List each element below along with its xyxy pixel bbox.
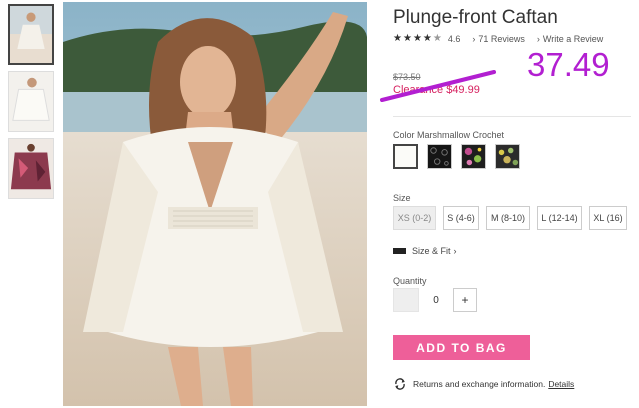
star-rating: ★ ★ ★ ★ ★ bbox=[393, 34, 442, 44]
star-icon: ★ bbox=[422, 33, 432, 44]
returns-text: Returns and exchange information. bbox=[413, 379, 546, 389]
annotated-price: 37.49 bbox=[527, 46, 610, 83]
product-image bbox=[63, 2, 367, 406]
plus-icon: + bbox=[461, 293, 469, 307]
decrease-quantity-button[interactable] bbox=[393, 288, 419, 312]
returns-info: Returns and exchange information. Detail… bbox=[393, 378, 574, 390]
black-lace-swatch-image bbox=[428, 145, 451, 168]
details-link[interactable]: Details bbox=[548, 379, 574, 389]
strike-annotation bbox=[380, 70, 496, 102]
thumbnail-front-image bbox=[10, 6, 52, 63]
half-star-icon: ★ bbox=[432, 33, 442, 44]
star-icon: ★ bbox=[412, 33, 422, 44]
floral-black-swatch-image bbox=[462, 145, 485, 168]
white-swatch-image bbox=[395, 146, 416, 167]
size-option-l[interactable]: L (12-14) bbox=[537, 206, 582, 230]
size-option-s[interactable]: S (4-6) bbox=[443, 206, 479, 230]
add-to-bag-button[interactable]: ADD TO BAG bbox=[393, 335, 530, 360]
swatch-black-lace[interactable] bbox=[427, 144, 452, 169]
size-option-xs[interactable]: XS (0-2) bbox=[393, 206, 436, 230]
divider bbox=[393, 116, 631, 117]
swatch-floral-dark[interactable] bbox=[495, 144, 520, 169]
chevron-right-icon: › bbox=[472, 34, 476, 44]
size-option-m[interactable]: M (8-10) bbox=[486, 206, 530, 230]
chevron-right-icon: › bbox=[536, 34, 540, 44]
size-options: XS (0-2) S (4-6) M (8-10) L (12-14) XL (… bbox=[393, 206, 627, 230]
color-label: Color Marshmallow Crochet bbox=[393, 130, 505, 140]
product-title: Plunge-front Caftan bbox=[393, 7, 558, 28]
thumbnail-front[interactable] bbox=[8, 4, 54, 65]
thumbnail-print-image bbox=[9, 139, 53, 198]
quantity-value[interactable]: 0 bbox=[419, 295, 453, 306]
thumbnail-print[interactable] bbox=[8, 138, 54, 199]
size-fit-link[interactable]: Size & Fit › bbox=[393, 246, 457, 256]
exchange-icon bbox=[395, 378, 405, 390]
swatch-marshmallow-crochet[interactable] bbox=[393, 144, 418, 169]
thumbnail-side[interactable] bbox=[8, 71, 54, 132]
increase-quantity-button[interactable]: + bbox=[453, 288, 477, 312]
size-fit-label: Size & Fit bbox=[412, 246, 451, 256]
ruler-icon bbox=[393, 248, 406, 254]
thumbnail-side-image bbox=[9, 72, 53, 131]
rating-value: 4.6 bbox=[447, 34, 461, 44]
model-photo bbox=[63, 2, 367, 406]
write-review-link[interactable]: Write a Review bbox=[543, 34, 603, 44]
floral-dark-swatch-image bbox=[496, 145, 519, 168]
quantity-stepper: 0 + bbox=[393, 288, 477, 312]
color-swatches bbox=[393, 144, 520, 169]
chevron-right-icon: › bbox=[453, 246, 457, 256]
star-icon: ★ bbox=[393, 33, 402, 44]
size-option-xl[interactable]: XL (16) bbox=[589, 206, 627, 230]
rating-row: ★ ★ ★ ★ ★ 4.6 › 71 Reviews › Write a Rev… bbox=[393, 33, 603, 45]
swatch-floral-black[interactable] bbox=[461, 144, 486, 169]
size-label: Size bbox=[393, 193, 411, 203]
quantity-label: Quantity bbox=[393, 276, 427, 286]
reviews-link[interactable]: 71 Reviews bbox=[478, 34, 525, 44]
star-icon: ★ bbox=[402, 33, 412, 44]
